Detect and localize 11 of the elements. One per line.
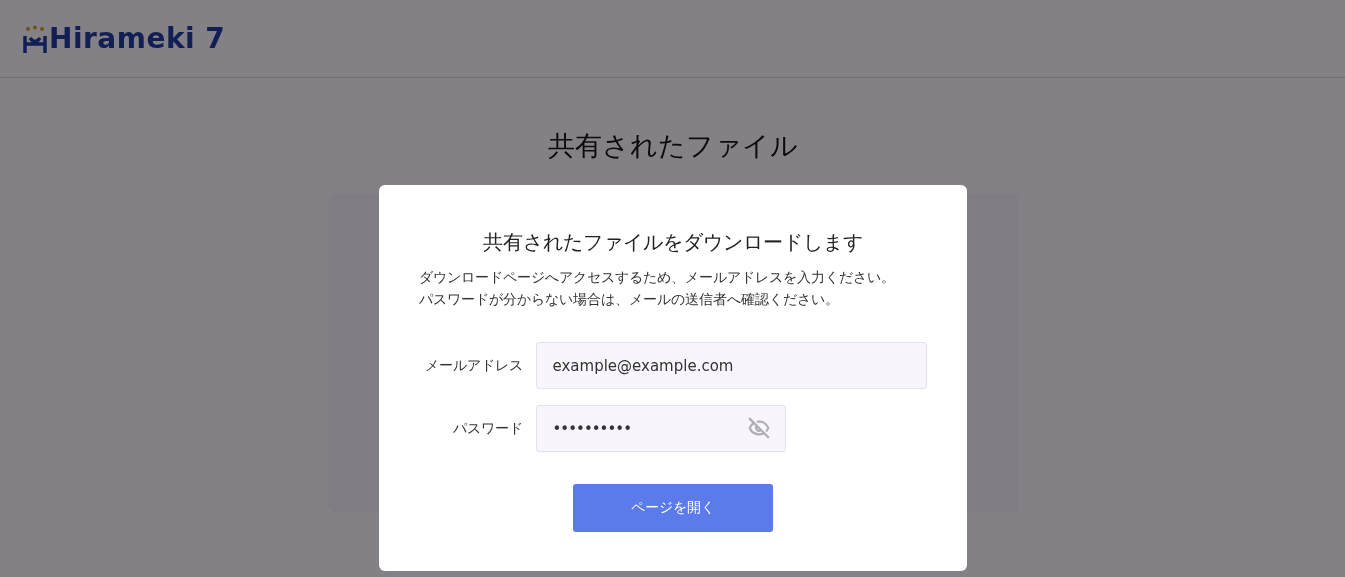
password-field[interactable]: •••••••••• — [535, 405, 786, 452]
field-label: パスワード — [451, 419, 524, 438]
dialog-title: 共有されたファイルをダウンロードします — [482, 229, 863, 256]
open-page-button[interactable]: ページを開く — [572, 484, 773, 532]
logo-text: Hirameki 7 — [49, 22, 226, 55]
eye-off-icon[interactable] — [747, 417, 770, 439]
field-label: メールアドレス — [423, 356, 524, 375]
dialog-description: ダウンロードページへアクセスするため、メールアドレスを入力ください。 パスワードが分からない場合は、メールの送信者へ確認ください。 — [418, 268, 896, 309]
page-title: 共有されたファイル — [547, 129, 798, 163]
logo-icon — [22, 25, 48, 55]
email-field[interactable]: example@example.com — [535, 342, 927, 389]
